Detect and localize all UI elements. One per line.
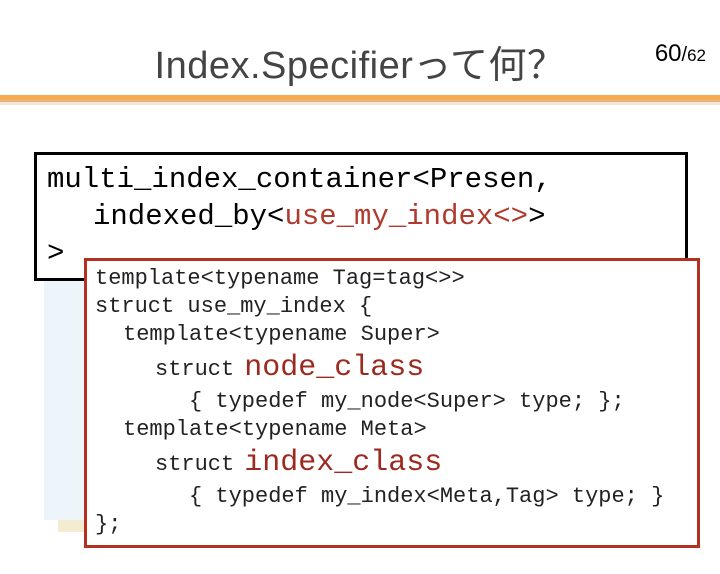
title-rule	[0, 95, 720, 105]
code-line: { typedef my_index<Meta,Tag> type; }	[95, 483, 689, 511]
code-line: struct node_class	[95, 349, 689, 387]
page-total: 62	[687, 46, 706, 65]
code-line: indexed_by<use_my_index<>>	[47, 198, 675, 235]
code-keyword: struct	[155, 451, 234, 479]
code-keyword: use_my_index<>	[284, 200, 528, 233]
code-line: };	[95, 511, 689, 539]
page-current: 60	[655, 40, 682, 67]
page-number: 60/62	[655, 40, 706, 68]
code-classname: node_class	[244, 349, 424, 387]
code-box-inner: template<typename Tag=tag<>> struct use_…	[84, 258, 700, 548]
code-classname: index_class	[244, 444, 442, 482]
code-line: template<typename Tag=tag<>>	[95, 265, 689, 293]
code-line: { typedef my_node<Super> type; };	[95, 388, 689, 416]
code-line: template<typename Super>	[95, 321, 689, 349]
code-line: struct index_class	[95, 444, 689, 482]
code-text: indexed_by<	[93, 200, 284, 233]
code-keyword: struct	[155, 356, 234, 384]
code-text: >	[528, 200, 545, 233]
code-line: template<typename Meta>	[95, 416, 689, 444]
code-line: struct use_my_index {	[95, 293, 689, 321]
code-line: multi_index_container<Presen,	[47, 161, 675, 198]
rule-line	[0, 102, 720, 105]
slide-title: Index.Specifierって何？	[0, 34, 720, 89]
